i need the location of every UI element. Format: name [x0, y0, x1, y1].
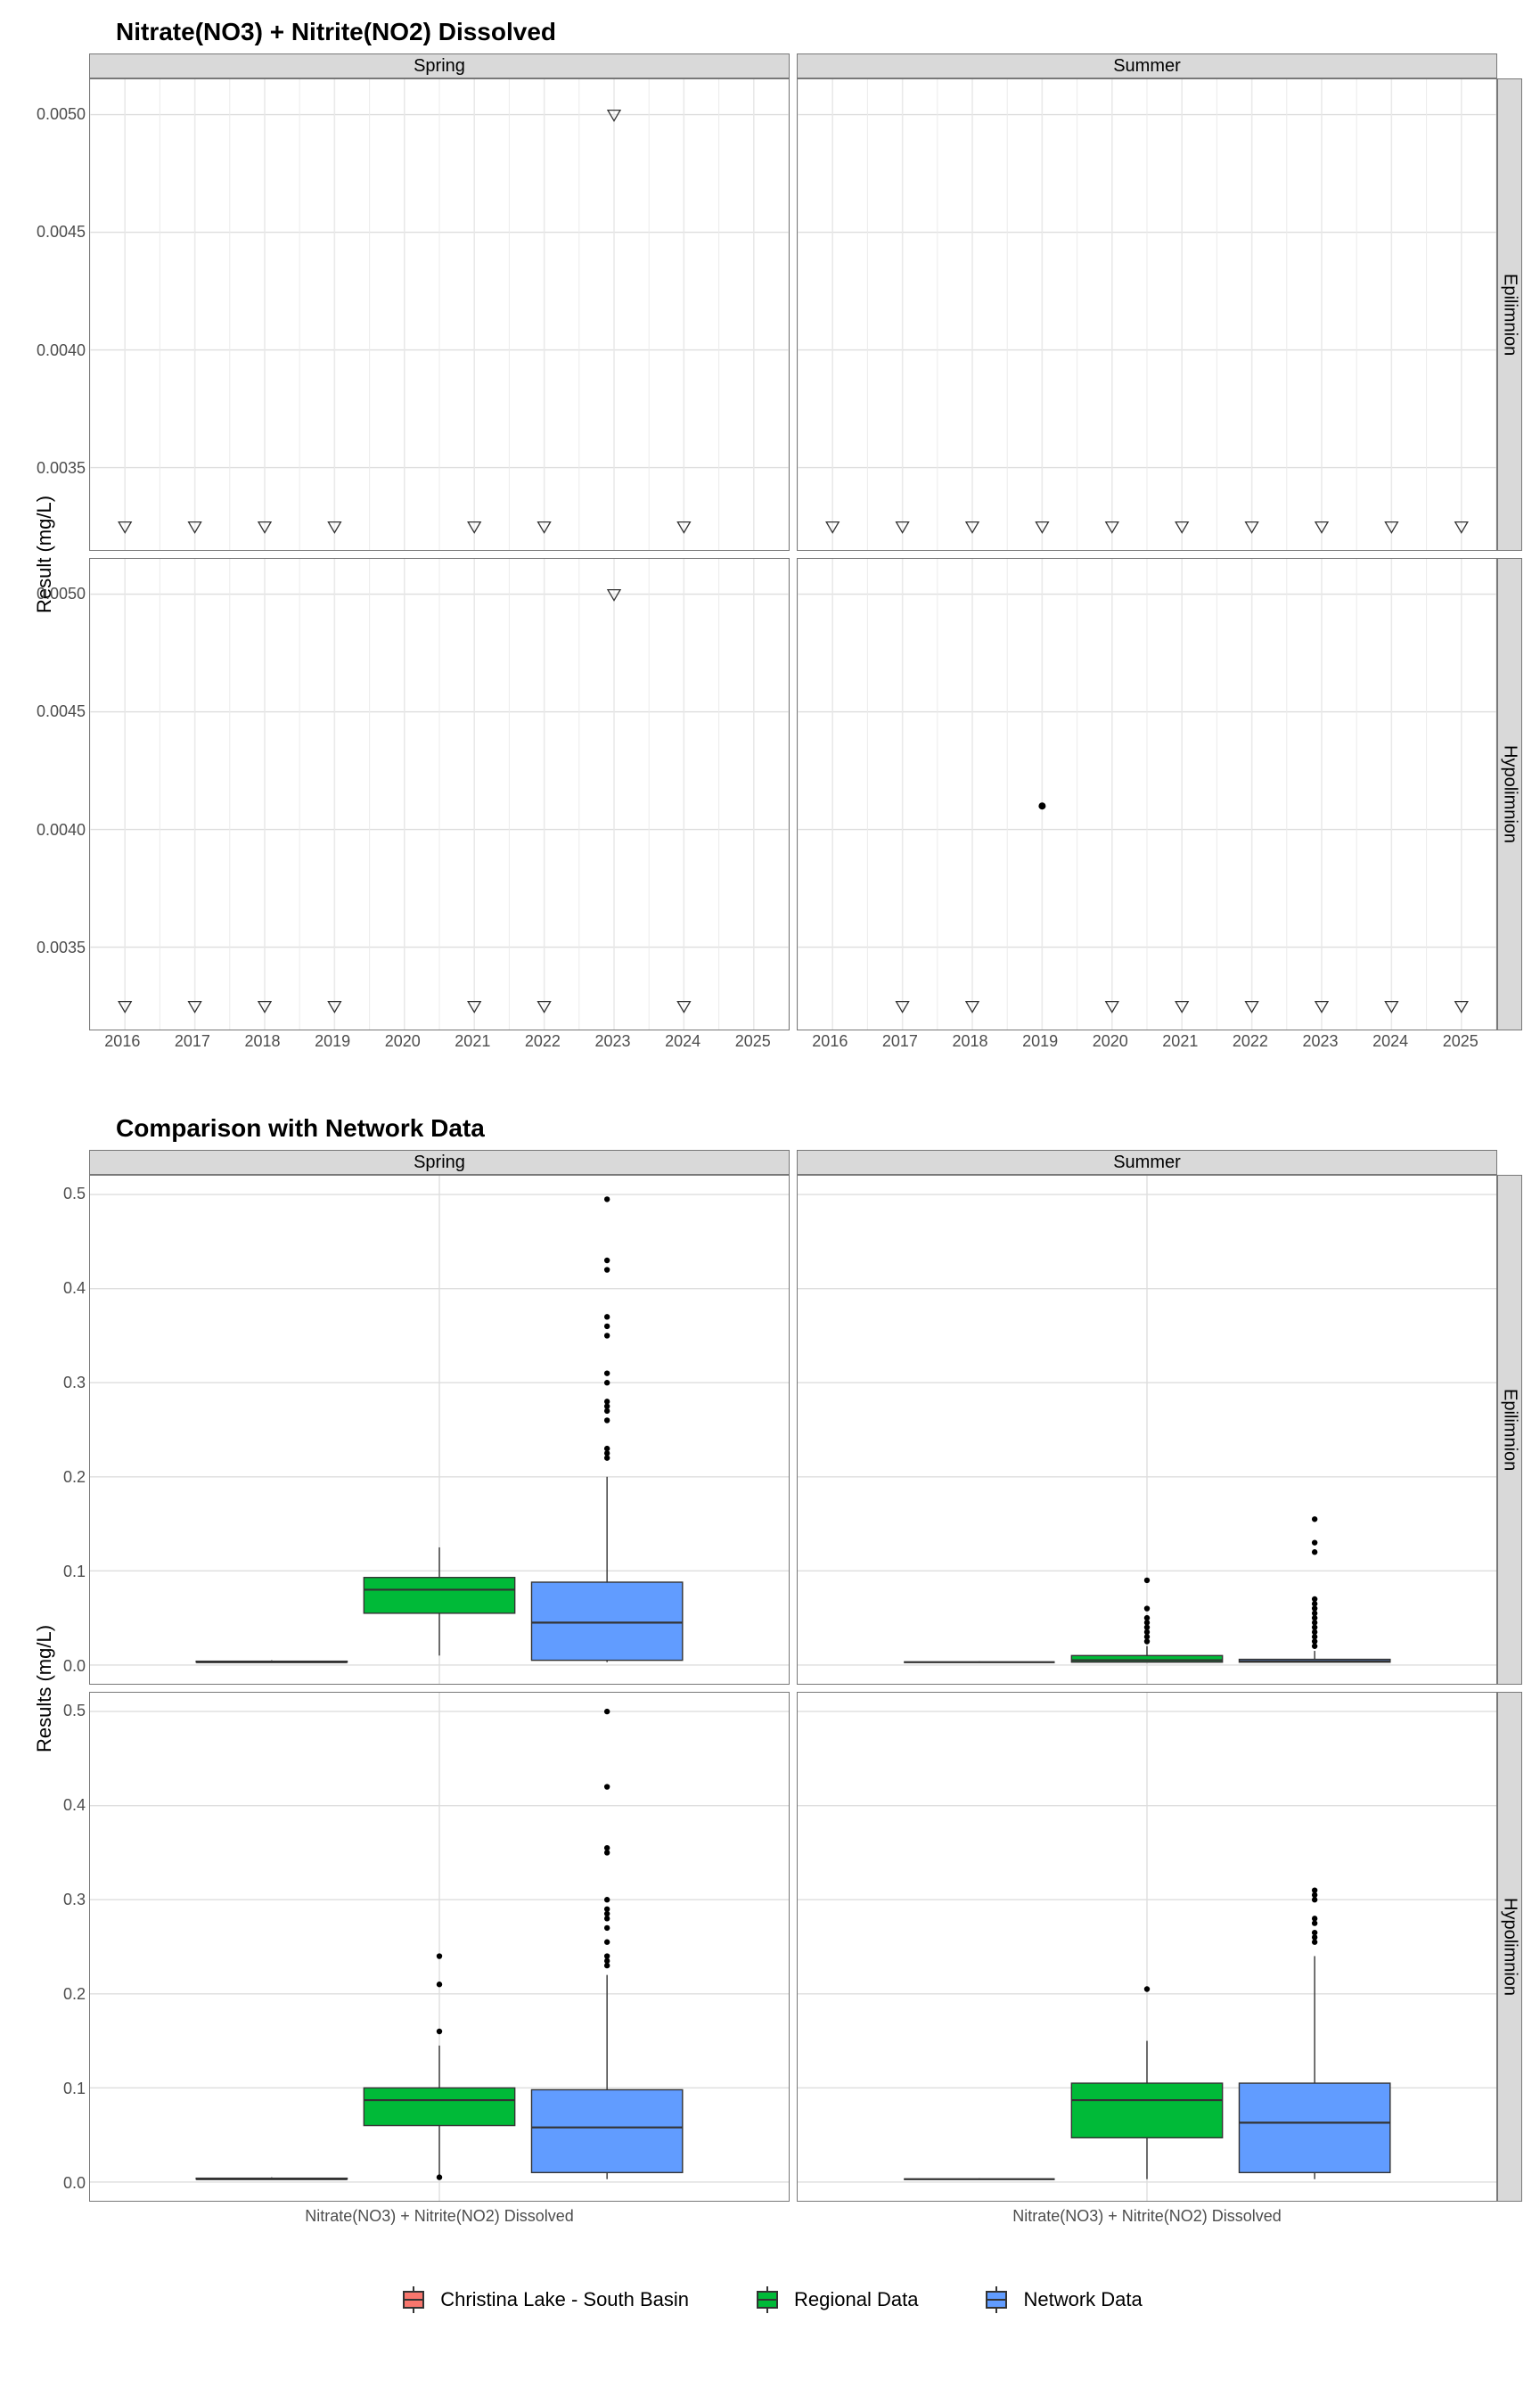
y-tick: 0.5 — [63, 1702, 86, 1720]
y-tick: 0.0050 — [37, 585, 86, 603]
x-tick: 2021 — [455, 1032, 490, 1051]
y-tick: 0.0 — [63, 1657, 86, 1676]
x-tick: 2019 — [315, 1032, 350, 1051]
legend-item: Christina Lake - South Basin — [397, 2287, 689, 2312]
panel2-spring-hypo — [89, 1692, 790, 2202]
x-tick: 2025 — [1443, 1032, 1479, 1051]
panel-spring-hypo — [89, 558, 790, 1030]
facet-row-hypo: Hypolimnion — [1497, 558, 1522, 1030]
x-tick: 2018 — [953, 1032, 988, 1051]
legend-label: Regional Data — [794, 2288, 918, 2311]
y-tick: 0.1 — [63, 1563, 86, 1581]
y-tick: 0.0045 — [37, 223, 86, 242]
x-tick: 2020 — [385, 1032, 421, 1051]
x-tick: 2017 — [175, 1032, 210, 1051]
y-tick: 0.0035 — [37, 939, 86, 957]
y-tick: 0.0050 — [37, 105, 86, 124]
legend-swatch-icon — [751, 2287, 783, 2312]
x-tick: 2019 — [1022, 1032, 1058, 1051]
chart2-ylabel: Results (mg/L) — [18, 1175, 71, 2202]
panel2-summer-epi — [797, 1175, 1497, 1685]
x-tick: 2016 — [104, 1032, 140, 1051]
x-tick: 2022 — [525, 1032, 561, 1051]
legend-label: Network Data — [1023, 2288, 1142, 2311]
y-tick: 0.2 — [63, 1468, 86, 1487]
facet2-row-epi: Epilimnion — [1497, 1175, 1522, 1685]
chart1-title: Nitrate(NO3) + Nitrite(NO2) Dissolved — [116, 18, 1522, 46]
panel2-spring-epi — [89, 1175, 790, 1685]
legend-swatch-icon — [397, 2287, 430, 2312]
x-tick: 2023 — [1303, 1032, 1339, 1051]
y-tick: 0.2 — [63, 1985, 86, 2004]
facet-row-epi: Epilimnion — [1497, 78, 1522, 551]
chart-scatter-facets: Nitrate(NO3) + Nitrite(NO2) Dissolved Re… — [18, 18, 1522, 1052]
x-tick: 2017 — [882, 1032, 918, 1051]
x-tick: 2022 — [1233, 1032, 1268, 1051]
x-tick: 2016 — [812, 1032, 848, 1051]
chart1-ylabel: Result (mg/L) — [18, 78, 71, 1030]
x-tick: 2025 — [735, 1032, 771, 1051]
facet2-col-summer: Summer — [797, 1150, 1497, 1175]
x-tick: 2024 — [1372, 1032, 1408, 1051]
y-tick: 0.3 — [63, 1374, 86, 1392]
x-tick: 2018 — [245, 1032, 281, 1051]
y-tick: 0.0035 — [37, 459, 86, 478]
y-tick: 0.4 — [63, 1279, 86, 1298]
facet-col-spring: Spring — [89, 53, 790, 78]
y-tick: 0.0045 — [37, 702, 86, 721]
x-tick: 2021 — [1162, 1032, 1198, 1051]
panel-spring-epi — [89, 78, 790, 551]
panel2-summer-hypo — [797, 1692, 1497, 2202]
x-tick: Nitrate(NO3) + Nitrite(NO2) Dissolved — [1012, 2207, 1282, 2226]
panel-summer-hypo — [797, 558, 1497, 1030]
panel-summer-epi — [797, 78, 1497, 551]
legend-label: Christina Lake - South Basin — [440, 2288, 689, 2311]
chart-box-facets: Comparison with Network Data Results (mg… — [18, 1114, 1522, 2237]
facet2-col-spring: Spring — [89, 1150, 790, 1175]
facet2-row-hypo: Hypolimnion — [1497, 1692, 1522, 2202]
y-tick: 0.0040 — [37, 341, 86, 360]
legend-item: Network Data — [980, 2287, 1142, 2312]
y-tick: 0.1 — [63, 2080, 86, 2098]
x-tick: 2023 — [595, 1032, 631, 1051]
facet-col-summer: Summer — [797, 53, 1497, 78]
legend: Christina Lake - South Basin Regional Dat… — [18, 2287, 1522, 2312]
legend-swatch-icon — [980, 2287, 1012, 2312]
y-tick: 0.5 — [63, 1185, 86, 1203]
legend-item: Regional Data — [751, 2287, 918, 2312]
y-tick: 0.0040 — [37, 821, 86, 840]
y-tick: 0.3 — [63, 1891, 86, 1909]
chart2-title: Comparison with Network Data — [116, 1114, 1522, 1143]
y-tick: 0.4 — [63, 1796, 86, 1815]
x-tick: 2020 — [1093, 1032, 1128, 1051]
x-tick: 2024 — [665, 1032, 700, 1051]
y-tick: 0.0 — [63, 2174, 86, 2193]
x-tick: Nitrate(NO3) + Nitrite(NO2) Dissolved — [305, 2207, 574, 2226]
